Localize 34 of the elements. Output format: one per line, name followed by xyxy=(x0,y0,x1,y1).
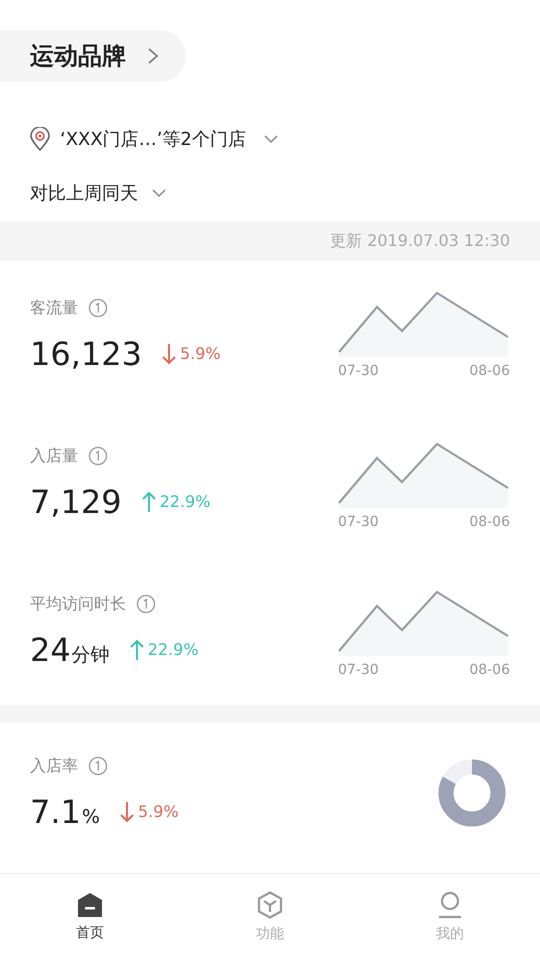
chevron-down-icon xyxy=(152,188,166,198)
store-selector[interactable]: ‘XXX门店…’等2个门店 xyxy=(60,127,246,151)
brand-selector[interactable]: 运动品牌 xyxy=(0,30,186,82)
cube-icon xyxy=(257,891,283,919)
location-pin-icon xyxy=(30,127,50,151)
change-percent: 22.9% xyxy=(160,492,210,511)
compare-selector[interactable]: 对比上周同天 xyxy=(30,181,138,205)
metric-label: 平均访问时长 xyxy=(30,594,126,614)
metric-label: 入店率 xyxy=(30,756,78,776)
user-icon xyxy=(437,891,463,919)
metric-value: 7.1% xyxy=(30,792,100,830)
axis-label: 07-30 xyxy=(338,514,379,530)
axis-label: 08-06 xyxy=(469,514,510,530)
change-percent: 22.9% xyxy=(148,640,199,659)
info-icon[interactable] xyxy=(88,446,108,466)
info-icon[interactable] xyxy=(88,298,108,318)
info-icon[interactable] xyxy=(88,756,108,776)
update-time: 更新 2019.07.03 12:30 xyxy=(330,230,510,252)
metric-label: 入店量 xyxy=(30,446,78,466)
change-percent: 5.9% xyxy=(138,802,179,821)
chevron-down-icon xyxy=(264,134,278,144)
axis-label: 08-06 xyxy=(469,662,510,678)
info-icon[interactable] xyxy=(136,594,156,614)
home-icon xyxy=(77,892,103,918)
axis-label: 07-30 xyxy=(338,662,379,678)
metric-value: 24分钟 xyxy=(30,630,110,668)
tab[interactable]: 首页 xyxy=(0,874,180,960)
metric-value: 16,123 xyxy=(30,334,142,372)
chevron-right-icon xyxy=(148,48,158,64)
metric-label: 客流量 xyxy=(30,298,78,318)
change-percent: 5.9% xyxy=(180,344,221,363)
metric-value: 7,129 xyxy=(30,482,122,520)
axis-label: 07-30 xyxy=(338,363,379,379)
axis-label: 08-06 xyxy=(469,363,510,379)
